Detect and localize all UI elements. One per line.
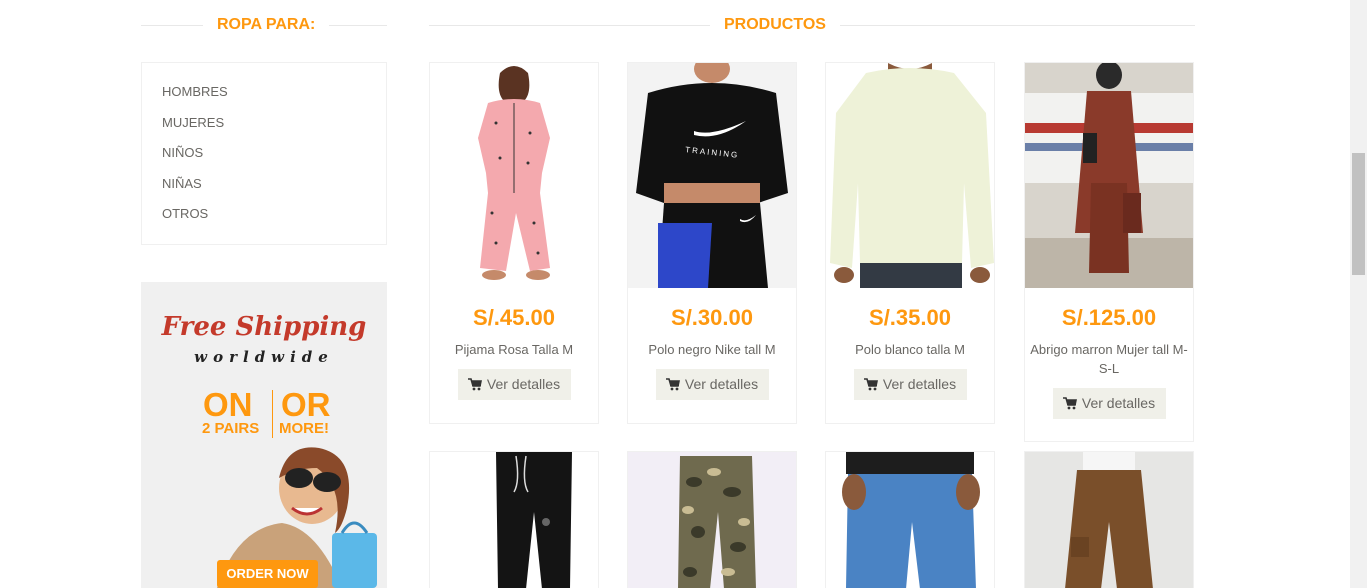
heading-line	[141, 24, 203, 26]
banner-or: OR	[281, 386, 331, 423]
sidebar-title: ROPA PARA:	[217, 16, 316, 33]
product-card: TRAINING S/.30.00 Polo negro Nike tall M…	[627, 62, 797, 424]
product-image[interactable]	[628, 452, 796, 588]
category-list: HOMBRES MUJERES NIÑOS NIÑAS OTROS	[142, 63, 386, 236]
product-price: S/.35.00	[869, 305, 951, 330]
product-card: S/.125.00 Abrigo marron Mujer tall M-S-L…	[1024, 62, 1194, 442]
product-card	[627, 451, 797, 588]
view-details-label: Ver detalles	[684, 376, 759, 392]
banner-on: ON	[203, 386, 253, 423]
heading-line	[839, 24, 1195, 26]
banner-pairs: 2 PAIRS	[202, 420, 260, 437]
product-price: S/.45.00	[473, 305, 555, 330]
view-details-button[interactable]: Ver detalles	[1052, 388, 1166, 419]
banner-divider	[272, 390, 273, 438]
cart-icon	[467, 378, 482, 391]
view-details-label: Ver detalles	[486, 376, 561, 392]
product-name: Abrigo marron Mujer tall M-S-L	[1030, 342, 1188, 376]
product-image[interactable]: TRAINING	[628, 63, 796, 288]
product-name: Polo blanco talla M	[855, 342, 965, 357]
products-heading: PRODUCTOS	[429, 14, 1195, 36]
product-price: S/.30.00	[671, 305, 753, 330]
product-price: S/.125.00	[1061, 305, 1157, 330]
product-image[interactable]	[826, 63, 994, 288]
category-hombres[interactable]: HOMBRES	[142, 83, 386, 114]
banner-worldwide: worldwide	[194, 348, 334, 366]
heading-line	[329, 24, 387, 26]
view-details-button[interactable]: Ver detalles	[853, 369, 967, 400]
sidebar-heading: ROPA PARA:	[141, 14, 387, 36]
product-card: S/.45.00 Pijama Rosa Talla M Ver detalle…	[429, 62, 599, 424]
product-name: Polo negro Nike tall M	[648, 342, 776, 357]
product-card	[429, 451, 599, 588]
banner-more: MORE!	[279, 420, 329, 437]
product-card: S/.35.00 Polo blanco talla M Ver detalle…	[825, 62, 995, 424]
scrollbar-thumb[interactable]	[1352, 153, 1365, 275]
shipping-banner[interactable]: Free Shipping worldwide ON OR 2 PAIRS MO…	[141, 282, 387, 588]
heading-line	[429, 24, 710, 26]
cart-icon	[665, 378, 680, 391]
cart-icon	[1062, 397, 1077, 410]
banner-free-shipping: Free Shipping	[161, 312, 367, 342]
cart-icon	[863, 378, 878, 391]
view-details-label: Ver detalles	[1081, 395, 1156, 411]
category-mujeres[interactable]: MUJERES	[142, 114, 386, 145]
product-image[interactable]	[826, 452, 994, 588]
category-panel: HOMBRES MUJERES NIÑOS NIÑAS OTROS	[141, 62, 387, 245]
product-image[interactable]	[1025, 63, 1193, 288]
product-card	[825, 451, 995, 588]
product-image[interactable]	[1025, 452, 1193, 588]
category-ninas[interactable]: NIÑAS	[142, 175, 386, 206]
product-image[interactable]	[430, 63, 598, 288]
page-scrollbar[interactable]	[1350, 0, 1367, 588]
category-ninos[interactable]: NIÑOS	[142, 144, 386, 175]
view-details-label: Ver detalles	[882, 376, 957, 392]
category-otros[interactable]: OTROS	[142, 205, 386, 236]
product-image[interactable]	[430, 452, 598, 588]
products-title: PRODUCTOS	[724, 16, 826, 33]
order-now-button[interactable]: ORDER NOW	[217, 560, 318, 588]
product-name: Pijama Rosa Talla M	[454, 342, 574, 357]
view-details-button[interactable]: Ver detalles	[655, 369, 769, 400]
product-card	[1024, 451, 1194, 588]
view-details-button[interactable]: Ver detalles	[457, 369, 571, 400]
